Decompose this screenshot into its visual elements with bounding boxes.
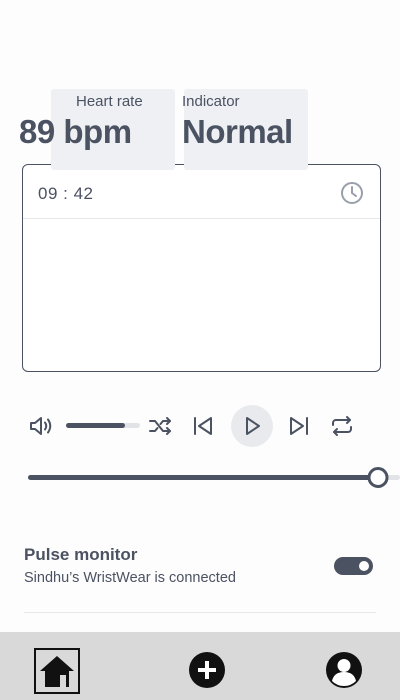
pulse-monitor-status: Sindhu’s WristWear is connected: [24, 570, 236, 586]
play-icon: [246, 417, 260, 435]
pulse-monitor-title: Pulse monitor: [24, 545, 138, 564]
heart-rate-value: 89 bpm: [19, 113, 132, 150]
volume-slider[interactable]: [66, 423, 140, 428]
nav-add-button[interactable]: [187, 650, 227, 690]
clock-icon[interactable]: [340, 181, 364, 205]
playback-progress-slider[interactable]: [28, 467, 400, 488]
skip-next-icon[interactable]: [287, 414, 311, 438]
nav-profile-button[interactable]: [324, 650, 364, 690]
profile-icon: [326, 652, 362, 688]
volume-slider-fill: [66, 423, 126, 428]
indicator-value: Normal: [182, 113, 293, 150]
repeat-icon[interactable]: [329, 414, 355, 438]
nav-home-button[interactable]: [34, 648, 80, 694]
progress-fill: [28, 475, 378, 480]
time-display: 09 : 42: [38, 184, 94, 203]
progress-handle[interactable]: [367, 467, 389, 488]
indicator-label: Indicator: [182, 93, 240, 110]
card-header: 09 : 42: [23, 165, 380, 219]
player-controls: [0, 404, 400, 448]
pulse-monitor-toggle[interactable]: [334, 557, 373, 575]
heart-rate-label: Heart rate: [76, 93, 143, 110]
toggle-knob: [359, 561, 369, 571]
volume-icon[interactable]: [28, 414, 54, 438]
heart-rate-card: 09 : 42: [22, 164, 381, 372]
play-button[interactable]: [231, 405, 273, 447]
shuffle-icon[interactable]: [148, 414, 174, 438]
add-icon: [189, 652, 225, 688]
divider: [24, 612, 376, 613]
bottom-nav: [0, 632, 400, 700]
home-icon: [40, 656, 74, 687]
skip-previous-icon[interactable]: [191, 414, 215, 438]
